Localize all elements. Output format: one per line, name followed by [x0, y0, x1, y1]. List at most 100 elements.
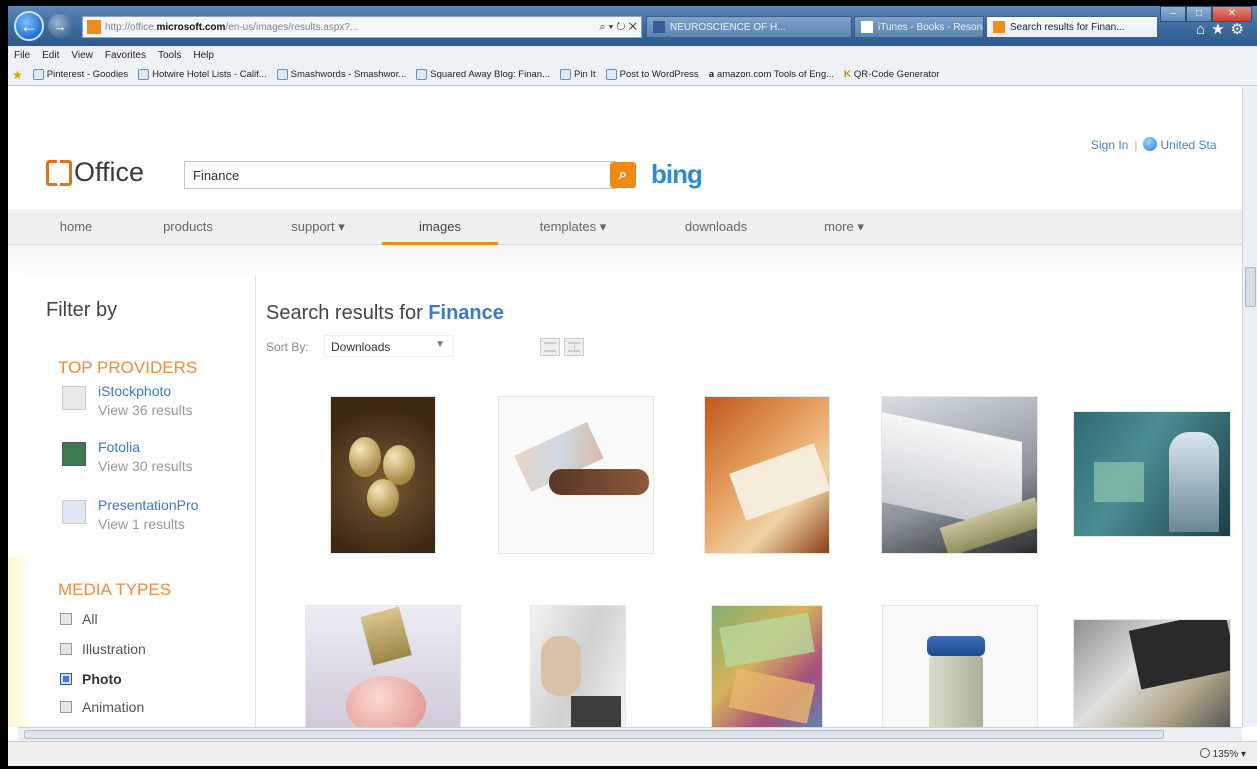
- checkbox[interactable]: [60, 701, 72, 713]
- nav-downloads[interactable]: downloads: [666, 209, 766, 245]
- jar-body-shape: [929, 656, 983, 727]
- tab-label: NEUROSCIENCE OF H...: [670, 21, 786, 33]
- menu-favorites[interactable]: Favorites: [105, 50, 146, 61]
- bing-logo: bing: [651, 159, 703, 189]
- image-result-piggy-bank[interactable]: [305, 605, 461, 727]
- sign-in-link[interactable]: Sign In: [1091, 138, 1128, 152]
- nav-home[interactable]: home: [46, 209, 106, 245]
- search-button[interactable]: ⌕: [610, 162, 636, 188]
- page-icon: [605, 69, 617, 80]
- facebook-icon: [653, 21, 665, 33]
- image-result-calculator[interactable]: [1073, 619, 1231, 727]
- sort-value: Downloads: [331, 340, 391, 354]
- decorative-fade: [8, 557, 32, 727]
- provider-name[interactable]: Fotolia: [98, 438, 193, 456]
- media-type-animation[interactable]: Animation: [60, 699, 144, 715]
- provider-fotolia[interactable]: Fotolia View 30 results: [62, 438, 193, 476]
- provider-presentationpro[interactable]: PresentationPro View 1 results: [62, 496, 198, 534]
- sort-dropdown[interactable]: Downloads ▼: [324, 335, 454, 357]
- nav-products[interactable]: products: [148, 209, 228, 245]
- checkbox[interactable]: [60, 673, 72, 685]
- favorite-item[interactable]: Pinterest - Goodies: [32, 69, 129, 80]
- provider-istockphoto[interactable]: iStockphoto View 36 results: [62, 382, 193, 420]
- tab-search-results[interactable]: Search results for Finan...: [986, 16, 1158, 38]
- checkbox[interactable]: [60, 613, 72, 625]
- page-icon: [138, 69, 150, 80]
- address-bar[interactable]: http://office. microsoft.com /en-us/image…: [82, 16, 642, 38]
- menu-view[interactable]: View: [71, 50, 93, 61]
- office-favicon-icon: [993, 21, 1005, 33]
- search-input[interactable]: Finance: [184, 161, 616, 189]
- grid-view-icon[interactable]: [564, 338, 584, 356]
- search-refresh-close-icons[interactable]: ⌕ ▾ ↻ ✕: [599, 21, 641, 34]
- address-host: microsoft.com: [156, 21, 226, 33]
- nav-templates[interactable]: templates ▾: [518, 209, 628, 245]
- page-icon: [861, 21, 873, 33]
- image-result-hand-money[interactable]: [498, 396, 654, 554]
- provider-count[interactable]: View 1 results: [98, 514, 198, 534]
- provider-count[interactable]: View 30 results: [98, 456, 193, 476]
- office-logo-text: Office: [74, 157, 145, 187]
- image-result-wallet[interactable]: [881, 396, 1038, 554]
- menu-edit[interactable]: Edit: [42, 50, 59, 61]
- image-result-nest-eggs[interactable]: [330, 396, 436, 554]
- tab-label: Search results for Finan...: [1010, 21, 1125, 33]
- vertical-scrollbar[interactable]: [1242, 87, 1257, 727]
- image-result-pocket-money[interactable]: [530, 605, 626, 727]
- favorite-item[interactable]: Hotwire Hotel Lists - Calif...: [138, 69, 267, 80]
- person-shape: [1169, 432, 1219, 532]
- image-result-banknotes[interactable]: [711, 605, 823, 727]
- favorite-item[interactable]: K QR-Code Generator: [844, 69, 939, 80]
- provider-count[interactable]: View 36 results: [98, 400, 193, 420]
- tab-itunes[interactable]: iTunes - Books - Resonate...: [854, 16, 984, 38]
- media-type-all[interactable]: All: [60, 611, 98, 627]
- menu-tools[interactable]: Tools: [158, 50, 181, 61]
- nav-more[interactable]: more ▾: [806, 209, 882, 245]
- piggy-shape: [346, 676, 426, 727]
- media-type-label: Photo: [82, 671, 122, 687]
- favorite-item[interactable]: Pin It: [560, 69, 596, 80]
- home-favorites-tools-icons[interactable]: ⌂★⚙: [1196, 20, 1250, 38]
- status-bar: 135% ▾: [8, 741, 1257, 766]
- provider-name[interactable]: PresentationPro: [98, 496, 198, 514]
- media-type-illustration[interactable]: Illustration: [60, 641, 146, 657]
- media-type-label: All: [82, 611, 98, 627]
- results-term: Finance: [428, 302, 504, 324]
- forward-button[interactable]: →: [48, 14, 72, 38]
- image-result-money-jar[interactable]: [882, 605, 1038, 727]
- nav-support[interactable]: support ▾: [270, 209, 366, 245]
- favorite-label: Hotwire Hotel Lists - Calif...: [152, 69, 267, 80]
- image-result-atm[interactable]: [1073, 411, 1231, 537]
- nav-images[interactable]: images: [382, 209, 498, 245]
- favorite-label: Pinterest - Goodies: [46, 69, 129, 80]
- favorite-item[interactable]: Squared Away Blog: Finan...: [416, 69, 550, 80]
- minimize-icon[interactable]: –: [1160, 6, 1186, 22]
- tab-neuroscience[interactable]: NEUROSCIENCE OF H...: [646, 16, 852, 38]
- banknote-shape: [360, 606, 412, 666]
- list-view-icon[interactable]: [540, 338, 560, 356]
- favorite-item[interactable]: a amazon.com Tools of Eng...: [709, 69, 834, 80]
- banknote-shape: [719, 612, 815, 668]
- favorite-item[interactable]: Post to WordPress: [605, 69, 699, 80]
- menu-help[interactable]: Help: [193, 50, 214, 61]
- favorites-star-icon[interactable]: ★: [12, 68, 23, 82]
- page-icon: [416, 69, 428, 80]
- paper-shape: [729, 443, 829, 521]
- checkbox[interactable]: [60, 643, 72, 655]
- favorite-item[interactable]: Smashwords - Smashwor...: [276, 69, 406, 80]
- back-button[interactable]: ←: [14, 11, 44, 41]
- zoom-control[interactable]: 135% ▾: [1199, 748, 1246, 760]
- office-logo[interactable]: Office: [46, 157, 144, 188]
- menu-file[interactable]: File: [14, 50, 30, 61]
- provider-name[interactable]: iStockphoto: [98, 382, 193, 400]
- calculator-shape: [1128, 620, 1230, 690]
- media-types-heading: MEDIA TYPES: [58, 580, 172, 599]
- image-result-hands-checkbook[interactable]: [704, 396, 830, 554]
- scrollbar-thumb[interactable]: [24, 730, 1164, 739]
- top-providers-heading: TOP PROVIDERS: [58, 358, 198, 377]
- media-type-photo[interactable]: Photo: [60, 671, 122, 687]
- horizontal-scrollbar[interactable]: [18, 727, 1242, 741]
- screen-shape: [1094, 462, 1144, 502]
- region-link[interactable]: United Sta: [1160, 138, 1216, 152]
- scrollbar-thumb[interactable]: [1245, 267, 1256, 307]
